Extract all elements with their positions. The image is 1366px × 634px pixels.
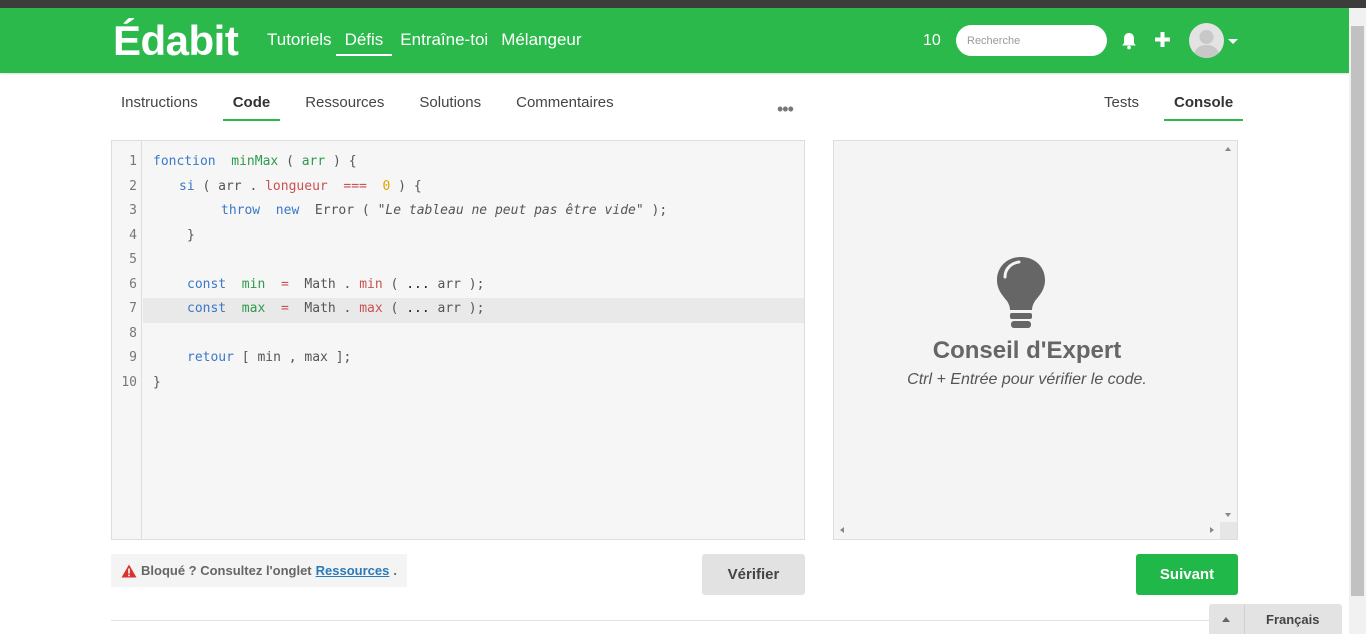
console-vertical-scrollbar[interactable] [1220,141,1237,523]
line-number: 6 [129,276,137,292]
line-number: 9 [129,350,137,365]
code-line-9: retour [ min , max ]; [187,350,352,365]
scroll-right-icon[interactable] [1210,527,1214,533]
blocked-period: . [393,563,397,578]
warning-icon [121,564,137,577]
editor-tabs: Instructions Code Ressources Solutions C… [121,95,614,121]
code-line-4: } [187,227,195,243]
line-number: 4 [129,227,137,243]
scrollbar-corner [1220,522,1237,539]
main-nav: Tutoriels Défis Entraîne-toi Mélangeur [267,30,595,56]
console-panel: Conseil d'Expert Ctrl + Entrée pour véri… [833,140,1238,540]
nav-melangeur[interactable]: Mélangeur [501,30,581,56]
line-number: 8 [129,325,137,341]
console-horizontal-scrollbar[interactable] [834,522,1220,539]
blocked-hint: Bloqué ? Consultez l'onglet Ressources . [111,554,407,587]
site-logo[interactable]: Édabit [113,19,239,63]
plus-icon[interactable] [1155,32,1170,47]
scroll-down-icon[interactable] [1225,513,1231,517]
code-line-2: si ( arr . longueur === 0 ) { [179,178,422,194]
tip-title: Conseil d'Expert [932,337,1122,364]
top-navbar: Édabit Tutoriels Défis Entraîne-toi Méla… [0,8,1349,73]
footer-divider [111,620,1238,621]
avatar[interactable] [1189,23,1224,58]
tab-code[interactable]: Code [222,95,280,121]
tab-commentaires[interactable]: Commentaires [516,95,614,121]
line-number: 1 [129,154,137,169]
next-button[interactable]: Suivant [1136,554,1238,595]
output-tabs: Tests Console [1104,95,1244,121]
language-label: Français [1266,612,1320,627]
line-number: 10 [121,374,137,390]
verify-button[interactable]: Vérifier [702,554,805,595]
code-editor[interactable]: 1 2 3 4 5 6 7 8 9 10 fonction minMax ( a… [111,140,805,540]
code-line-1: fonction minMax ( arr ) { [153,154,357,169]
tab-solutions[interactable]: Solutions [419,95,481,121]
scroll-up-icon[interactable] [1225,147,1231,151]
ressources-link[interactable]: Ressources [316,563,390,578]
code-line-6: const min = Math . min ( ... arr ); [187,276,485,292]
tab-tests[interactable]: Tests [1104,95,1139,121]
chevron-up-icon [1222,617,1230,622]
page-scrollbar[interactable] [1349,8,1366,634]
language-selector[interactable]: Français [1209,604,1342,634]
user-points: 10 [923,32,941,49]
scroll-left-icon[interactable] [840,527,844,533]
code-line-7: const max = Math . max ( ... arr ); [187,301,485,316]
blocked-text: Bloqué ? Consultez l'onglet [141,563,312,578]
window-top-strip [0,0,1366,8]
tab-console[interactable]: Console [1163,95,1244,121]
code-line-10: } [153,374,161,390]
line-number: 5 [129,252,137,267]
line-number-gutter: 1 2 3 4 5 6 7 8 9 10 [112,141,142,539]
tab-instructions[interactable]: Instructions [121,95,198,121]
nav-entraine-toi[interactable]: Entraîne-toi [400,30,488,56]
user-silhouette-icon [1193,30,1220,58]
line-number: 3 [129,203,137,218]
bell-icon[interactable] [1121,32,1137,50]
tip-text: Ctrl + Entrée pour vérifier le code. [907,371,1147,388]
code-line-3: throw new Error ( "Le tableau ne peut pa… [221,203,668,218]
line-number: 2 [129,178,137,194]
nav-defis[interactable]: Défis [335,30,393,56]
tab-ressources[interactable]: Ressources [305,95,384,121]
lightbulb-icon [997,257,1045,328]
line-number: 7 [129,301,137,316]
more-options-icon[interactable]: ••• [777,99,794,120]
search-input[interactable] [956,25,1107,56]
chevron-down-icon[interactable] [1228,39,1238,44]
nav-tutoriels[interactable]: Tutoriels [267,30,332,56]
